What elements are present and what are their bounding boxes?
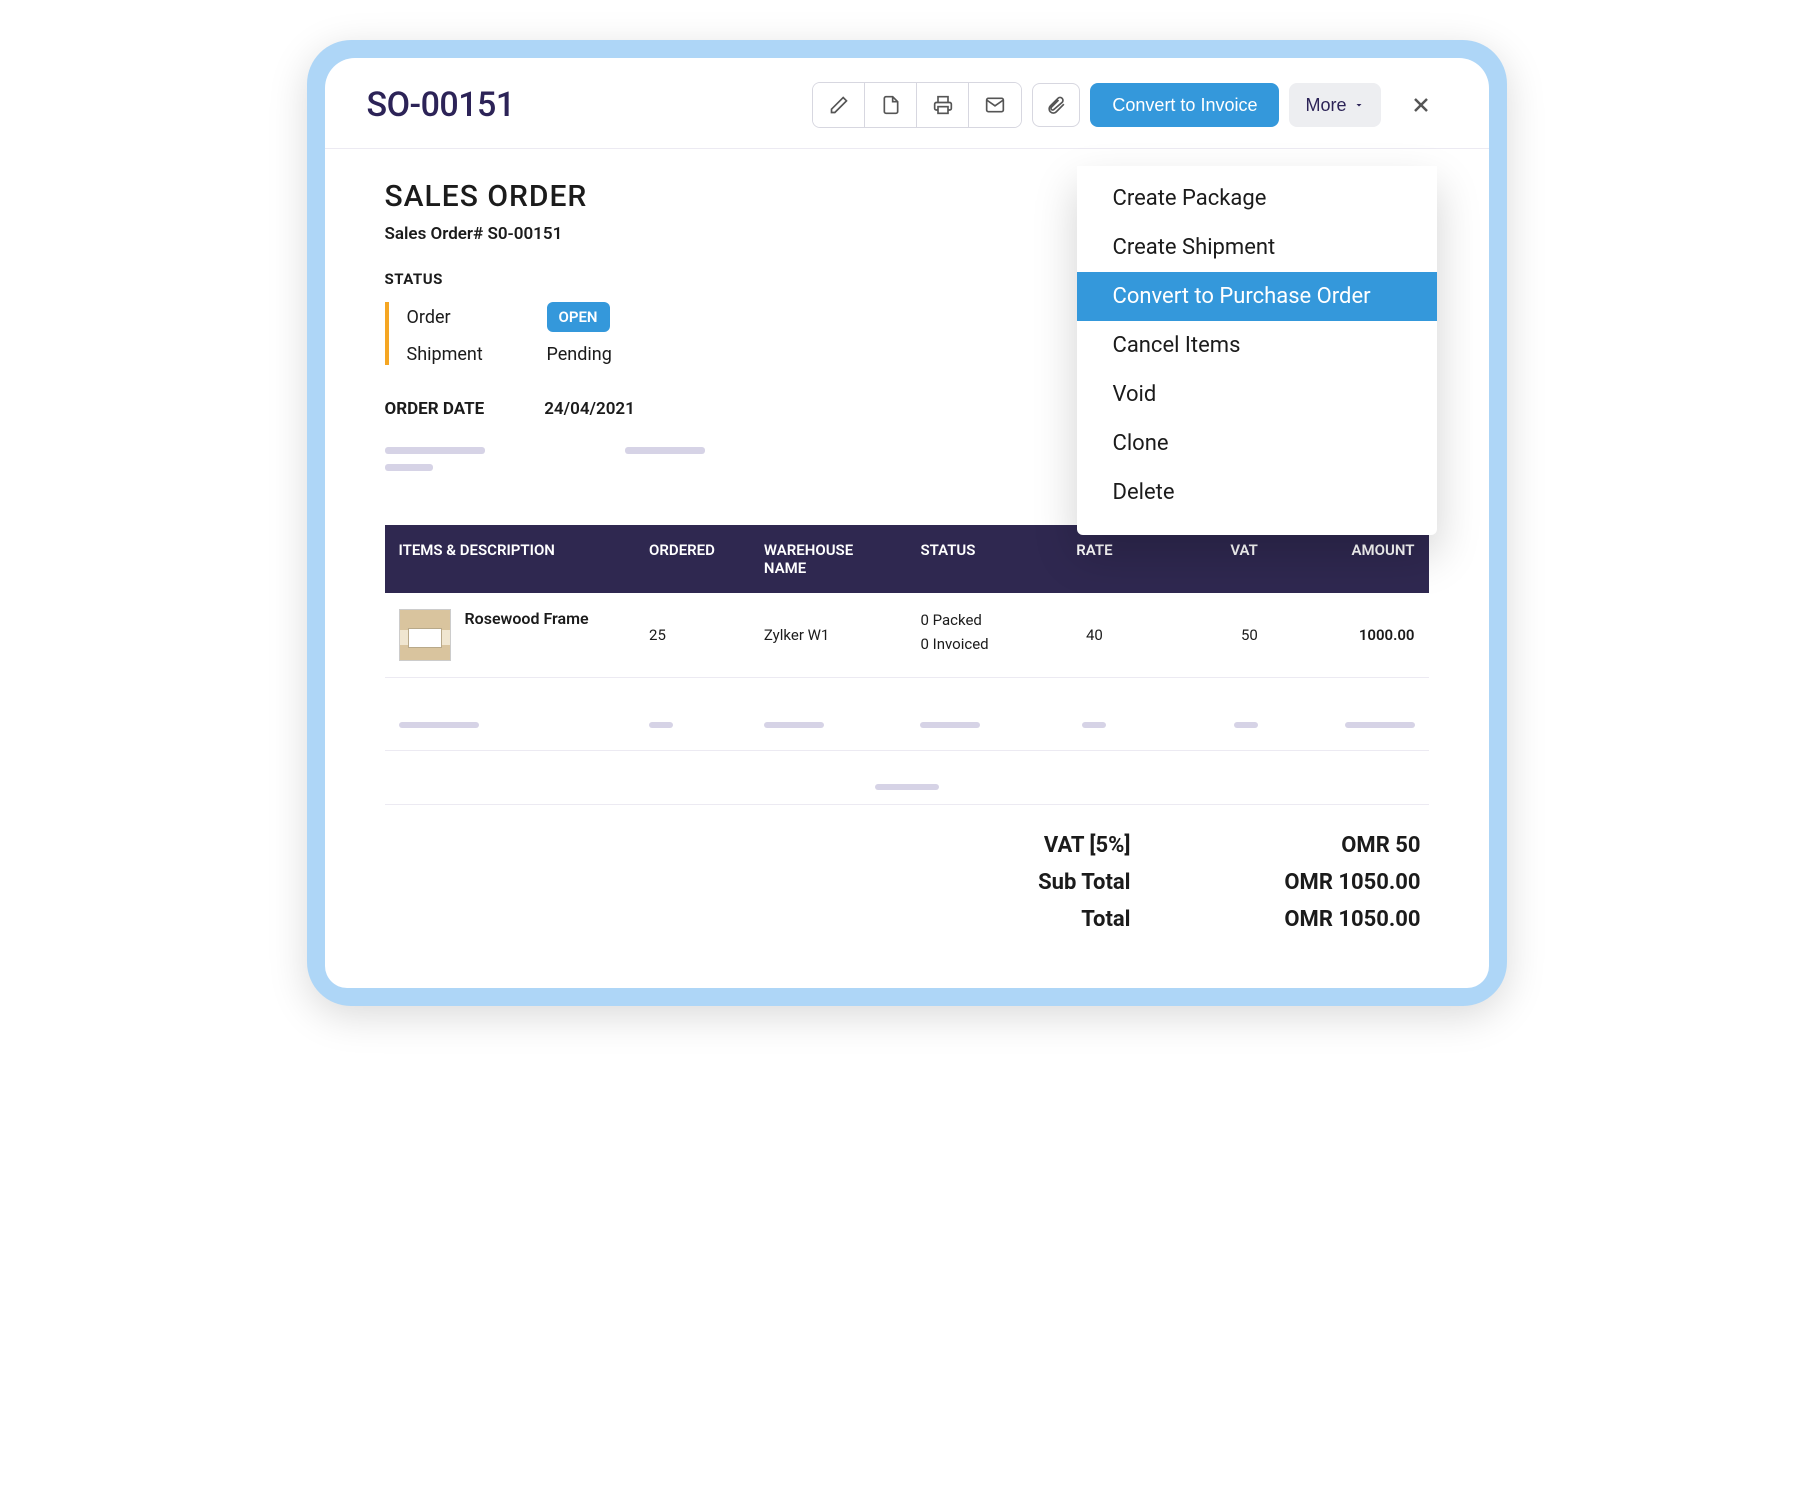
- dropdown-create-shipment[interactable]: Create Shipment: [1077, 223, 1437, 272]
- page-title: SO-00151: [367, 85, 515, 125]
- th-vat: VAT: [1147, 525, 1272, 593]
- pdf-icon: [881, 95, 901, 115]
- th-item: ITEMS & DESCRIPTION: [385, 525, 636, 593]
- item-thumbnail: [399, 609, 451, 661]
- dropdown-clone[interactable]: Clone: [1077, 419, 1437, 468]
- total-total-row: Total OMR 1050.00: [941, 907, 1421, 932]
- email-button[interactable]: [969, 83, 1021, 127]
- dropdown-convert-to-po[interactable]: Convert to Purchase Order: [1077, 272, 1437, 321]
- table-footer-placeholder: [385, 751, 1429, 805]
- order-date-value: 24/04/2021: [544, 399, 635, 419]
- mail-icon: [985, 95, 1005, 115]
- cell-rate: 40: [1042, 593, 1146, 678]
- total-subtotal-value: OMR 1050.00: [1241, 870, 1421, 895]
- dropdown-create-package[interactable]: Create Package: [1077, 174, 1437, 223]
- table-row: Rosewood Frame 25 Zylker W1 0 Packed 0 I…: [385, 593, 1429, 678]
- th-rate: RATE: [1042, 525, 1146, 593]
- totals-block: VAT [5%] OMR 50 Sub Total OMR 1050.00 To…: [385, 833, 1429, 932]
- cell-vat: 50: [1147, 593, 1272, 678]
- header-actions: Convert to Invoice More: [812, 82, 1436, 128]
- dropdown-delete[interactable]: Delete: [1077, 468, 1437, 517]
- total-total-label: Total: [941, 907, 1131, 932]
- convert-to-invoice-button[interactable]: Convert to Invoice: [1090, 83, 1279, 127]
- more-button[interactable]: More: [1289, 83, 1380, 127]
- header-bar: SO-00151: [325, 58, 1489, 149]
- th-warehouse: WAREHOUSE NAME: [750, 525, 907, 593]
- attachment-button[interactable]: [1032, 83, 1080, 127]
- outer-frame: SO-00151: [307, 40, 1507, 1006]
- status-shipment-value: Pending: [547, 344, 612, 365]
- cell-amount: 1000.00: [1272, 593, 1429, 678]
- sales-order-window: SO-00151: [325, 58, 1489, 988]
- status-shipment-key: Shipment: [407, 344, 507, 365]
- status-order-key: Order: [407, 307, 507, 328]
- pdf-button[interactable]: [865, 83, 917, 127]
- more-dropdown: Create Package Create Shipment Convert t…: [1077, 166, 1437, 535]
- print-button[interactable]: [917, 83, 969, 127]
- status-packed: 0 Packed: [920, 611, 1028, 629]
- item-name: Rosewood Frame: [465, 609, 589, 628]
- icon-button-group: [812, 82, 1022, 128]
- dropdown-cancel-items[interactable]: Cancel Items: [1077, 321, 1437, 370]
- status-invoiced: 0 Invoiced: [920, 635, 1028, 653]
- edit-button[interactable]: [813, 83, 865, 127]
- table-placeholder-row: [385, 678, 1429, 751]
- total-subtotal-label: Sub Total: [941, 870, 1131, 895]
- close-icon: [1409, 93, 1433, 117]
- total-vat-label: VAT [5%]: [941, 833, 1131, 858]
- more-button-label: More: [1305, 95, 1346, 116]
- cell-status: 0 Packed 0 Invoiced: [920, 611, 1028, 653]
- total-total-value: OMR 1050.00: [1241, 907, 1421, 932]
- th-amount: AMOUNT: [1272, 525, 1429, 593]
- line-items-table: ITEMS & DESCRIPTION ORDERED WAREHOUSE NA…: [385, 525, 1429, 805]
- total-subtotal-row: Sub Total OMR 1050.00: [941, 870, 1421, 895]
- table-header: ITEMS & DESCRIPTION ORDERED WAREHOUSE NA…: [385, 525, 1429, 593]
- th-ordered: ORDERED: [635, 525, 750, 593]
- total-vat-value: OMR 50: [1241, 833, 1421, 858]
- paperclip-icon: [1046, 95, 1066, 115]
- status-badge: OPEN: [547, 302, 610, 332]
- total-vat-row: VAT [5%] OMR 50: [941, 833, 1421, 858]
- caret-down-icon: [1353, 99, 1365, 111]
- th-status: STATUS: [906, 525, 1042, 593]
- cell-ordered: 25: [635, 593, 750, 678]
- cell-warehouse: Zylker W1: [750, 593, 907, 678]
- close-button[interactable]: [1405, 89, 1437, 121]
- dropdown-void[interactable]: Void: [1077, 370, 1437, 419]
- pencil-icon: [829, 95, 849, 115]
- order-date-key: ORDER DATE: [385, 399, 485, 419]
- printer-icon: [933, 95, 953, 115]
